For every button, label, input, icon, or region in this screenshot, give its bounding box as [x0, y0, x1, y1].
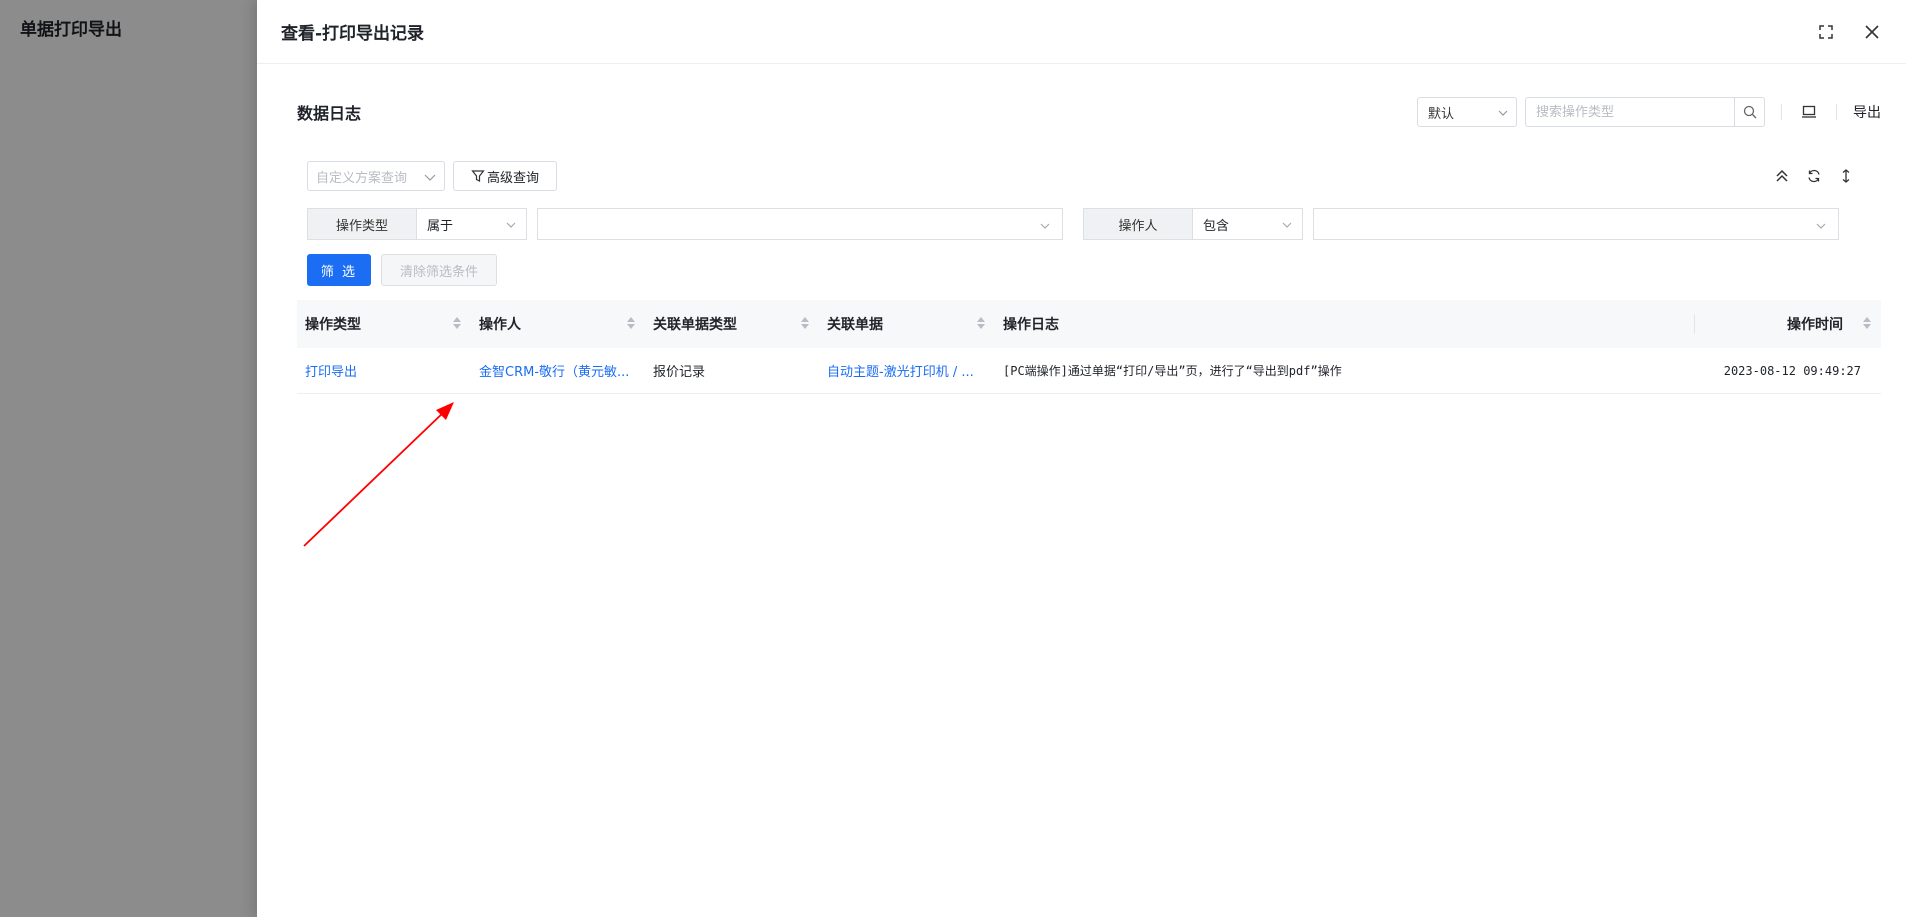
fullscreen-icon[interactable]	[1816, 22, 1836, 42]
condition-operator-value: 包含	[1203, 218, 1230, 234]
view-select[interactable]: 默认	[1417, 97, 1517, 127]
cell-doc[interactable]: 自动主题-激光打印机 / ...	[819, 361, 995, 380]
column-header-time[interactable]: 操作时间	[1695, 300, 1881, 348]
sort-icon[interactable]	[977, 317, 985, 333]
condition-operator-value: 属于	[427, 218, 454, 234]
close-icon[interactable]	[1862, 22, 1882, 42]
chevron-down-icon	[506, 219, 516, 234]
export-button[interactable]: 导出	[1853, 102, 1881, 122]
column-header-doc[interactable]: 关联单据	[819, 300, 995, 348]
column-header-log: 操作日志	[995, 300, 1695, 348]
search-input[interactable]	[1526, 98, 1734, 126]
collapse-icon[interactable]	[1771, 165, 1793, 187]
sort-icon[interactable]	[801, 317, 809, 333]
annotation-arrow	[303, 402, 454, 547]
advanced-query-button[interactable]: 高级查询	[453, 161, 557, 191]
filter-top-row: 自定义方案查询 高级查询	[297, 160, 1881, 192]
filter-button[interactable]: 筛 选	[307, 254, 371, 286]
section-title: 数据日志	[297, 104, 362, 123]
search-box	[1525, 97, 1765, 127]
record-drawer: 查看-打印导出记录 数据日志 默认 搜索操作类型 导出 自定义方案查询 高级查询…	[257, 0, 1906, 917]
column-header-label: 关联单据	[827, 317, 883, 333]
cell-doc-type: 报价记录	[653, 365, 706, 380]
chevron-down-icon	[1040, 219, 1050, 235]
table-header: 操作类型 操作人 关联单据类型 关联单据 操作日志 操作时间	[297, 300, 1881, 348]
condition-value-select[interactable]	[537, 208, 1063, 240]
filter-tools	[1771, 165, 1857, 187]
refresh-icon[interactable]	[1803, 165, 1825, 187]
view-select-value: 默认	[1428, 106, 1455, 122]
clear-filter-button[interactable]: 清除筛选条件	[381, 254, 497, 286]
column-header-label: 操作类型	[305, 317, 361, 333]
sort-icon[interactable]	[1863, 317, 1871, 333]
sort-icon[interactable]	[453, 317, 461, 333]
drawer-header: 查看-打印导出记录	[257, 0, 1906, 64]
column-header-label: 操作日志	[1003, 317, 1059, 333]
cell-log: [PC端操作]通过单据“打印/导出”页，进行了“导出到pdf”操作	[1003, 364, 1342, 378]
cell-op-type[interactable]: 打印导出	[297, 361, 471, 380]
filter-actions: 筛 选 清除筛选条件	[297, 254, 1881, 286]
condition-operator-select[interactable]: 包含	[1193, 208, 1303, 240]
filter-icon	[471, 170, 485, 182]
scheme-select-placeholder: 自定义方案查询	[316, 170, 408, 186]
cell-time: 2023-08-12 09:49:27	[1723, 363, 1861, 378]
column-header-label: 操作时间	[1787, 317, 1843, 333]
chevron-down-icon	[1816, 219, 1826, 235]
column-header-label: 操作人	[479, 317, 521, 333]
monitor-icon[interactable]	[1798, 101, 1820, 123]
advanced-query-label: 高级查询	[486, 170, 539, 186]
condition-field-op-type: 操作类型	[307, 208, 417, 240]
sort-icon[interactable]	[627, 317, 635, 333]
column-header-label: 关联单据类型	[653, 317, 737, 333]
column-header-op-type[interactable]: 操作类型	[297, 300, 471, 348]
chevron-down-icon	[1498, 107, 1508, 122]
condition-value-select[interactable]	[1313, 208, 1839, 240]
scheme-select[interactable]: 自定义方案查询	[307, 161, 445, 191]
divider	[1836, 104, 1837, 120]
chevron-down-icon	[1282, 219, 1292, 234]
column-header-doc-type[interactable]: 关联单据类型	[645, 300, 819, 348]
cell-operator[interactable]: 金智CRM-敬行（黄元敏...	[471, 361, 645, 380]
row-height-icon[interactable]	[1835, 165, 1857, 187]
condition-field-operator: 操作人	[1083, 208, 1193, 240]
log-table: 操作类型 操作人 关联单据类型 关联单据 操作日志 操作时间 打印导出 金智CR…	[297, 300, 1881, 394]
chevron-down-icon	[424, 171, 436, 186]
condition-row: 操作类型 属于 操作人 包含	[297, 208, 1881, 240]
toolbar: 数据日志 默认 导出	[297, 64, 1881, 160]
search-icon[interactable]	[1734, 98, 1764, 126]
drawer-content: 数据日志 默认 导出 自定义方案查询	[297, 64, 1881, 394]
divider	[1781, 104, 1782, 120]
drawer-title: 查看-打印导出记录	[281, 24, 425, 44]
column-header-operator[interactable]: 操作人	[471, 300, 645, 348]
table-row: 打印导出 金智CRM-敬行（黄元敏... 报价记录 自动主题-激光打印机 / .…	[297, 348, 1881, 394]
condition-operator-select[interactable]: 属于	[417, 208, 527, 240]
